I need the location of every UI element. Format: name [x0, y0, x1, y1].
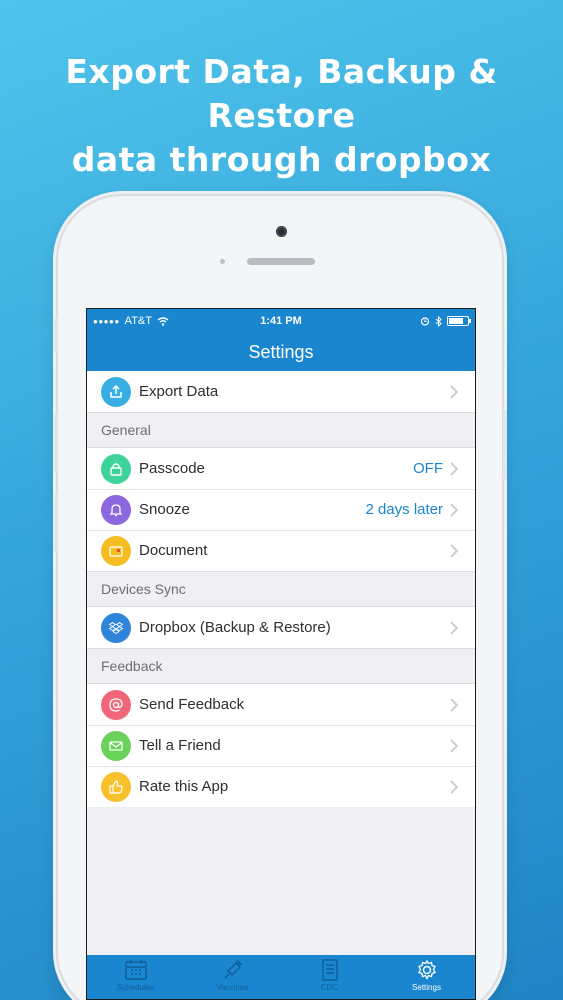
tab-cdc[interactable]: CDC — [290, 959, 370, 992]
chevron-right-icon — [450, 461, 459, 476]
chevron-right-icon — [450, 502, 459, 517]
lock-icon — [101, 453, 131, 484]
snooze-value: 2 days later — [365, 501, 443, 518]
passcode-value: OFF — [413, 460, 443, 477]
at-sign-icon — [101, 689, 131, 720]
status-bar: ●●●●● AT&T 1:41 PM — [87, 309, 475, 333]
phone-screen: ●●●●● AT&T 1:41 PM Settings Export Data … — [86, 308, 476, 1000]
volume-down-button — [54, 494, 58, 552]
syringe-icon — [224, 960, 242, 979]
tab-vaccines-label: Vaccines — [216, 983, 249, 992]
tell-friend-label: Tell a Friend — [139, 737, 221, 754]
chevron-right-icon — [450, 738, 459, 753]
snooze-label: Snooze — [139, 501, 190, 518]
tab-vaccines[interactable]: Vaccines — [193, 959, 273, 992]
export-icon — [101, 376, 131, 407]
document-icon — [321, 959, 338, 981]
headline: Export Data, Backup & Restore data throu… — [0, 50, 563, 182]
volume-up-button — [54, 414, 58, 472]
gear-icon — [417, 959, 436, 980]
page-title: Settings — [248, 341, 314, 362]
tab-cdc-label: CDC — [320, 983, 339, 992]
passcode-row[interactable]: Passcode OFF — [87, 448, 475, 489]
mute-switch — [54, 318, 58, 352]
rate-app-row[interactable]: Rate this App — [87, 766, 475, 807]
section-header-devices-sync: Devices Sync — [87, 571, 475, 607]
send-feedback-row[interactable]: Send Feedback — [87, 684, 475, 725]
tab-schedules[interactable]: Schedules — [96, 959, 176, 992]
send-feedback-label: Send Feedback — [139, 696, 245, 713]
section-header-general: General — [87, 412, 475, 448]
chevron-right-icon — [450, 697, 459, 712]
envelope-icon — [101, 730, 131, 761]
snooze-row[interactable]: Snooze 2 days later — [87, 489, 475, 530]
export-data-row[interactable]: Export Data — [87, 371, 475, 412]
document-icon — [101, 535, 131, 566]
nav-bar: Settings — [87, 333, 475, 371]
document-label: Document — [139, 542, 208, 559]
headline-line1: Export Data, Backup & Restore — [65, 52, 498, 135]
front-camera — [276, 226, 287, 237]
proximity-sensor — [220, 259, 225, 264]
section-header-feedback: Feedback — [87, 648, 475, 684]
chevron-right-icon — [450, 384, 459, 399]
tab-schedules-label: Schedules — [116, 983, 155, 992]
headline-line2: data through dropbox — [71, 140, 492, 179]
passcode-label: Passcode — [139, 460, 205, 477]
bell-icon — [101, 494, 131, 525]
power-button — [503, 410, 507, 480]
document-row[interactable]: Document — [87, 530, 475, 571]
battery-icon — [447, 316, 471, 326]
chevron-right-icon — [450, 620, 459, 635]
earpiece-speaker — [247, 258, 315, 265]
tell-friend-row[interactable]: Tell a Friend — [87, 725, 475, 766]
tab-bar: Schedules Vaccines CDC Settings — [87, 955, 475, 999]
calendar-icon — [124, 960, 147, 980]
thumbs-up-icon — [101, 771, 131, 802]
dropbox-label: Dropbox (Backup & Restore) — [139, 619, 331, 636]
export-data-label: Export Data — [139, 383, 219, 400]
dropbox-row[interactable]: Dropbox (Backup & Restore) — [87, 607, 475, 648]
chevron-right-icon — [450, 543, 459, 558]
dropbox-icon — [101, 612, 131, 643]
rate-app-label: Rate this App — [139, 778, 229, 795]
chevron-right-icon — [450, 779, 459, 794]
tab-settings-label: Settings — [412, 983, 441, 992]
tab-settings[interactable]: Settings — [387, 959, 467, 992]
status-time: 1:41 PM — [260, 315, 302, 327]
